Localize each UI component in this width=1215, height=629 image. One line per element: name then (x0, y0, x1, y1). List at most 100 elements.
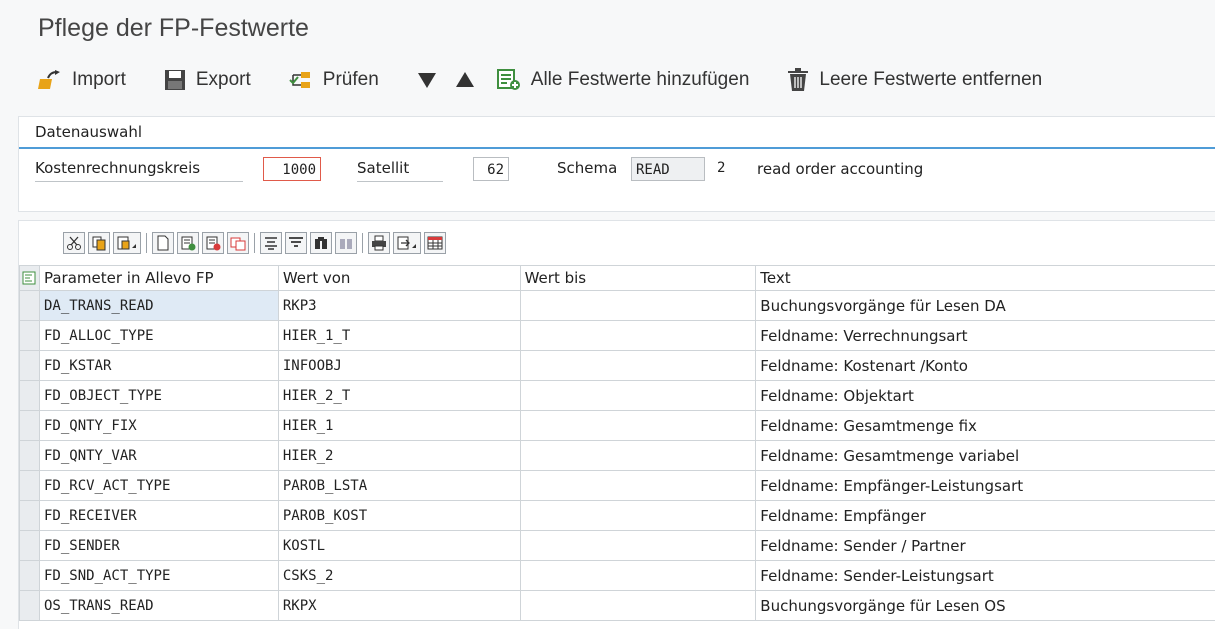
value-from-cell[interactable]: KOSTL (278, 531, 520, 561)
column-header-text[interactable]: Text (756, 266, 1215, 291)
move-down-icon[interactable] (417, 71, 437, 89)
row-selector[interactable] (20, 471, 40, 501)
schema-description: read order accounting (757, 160, 923, 178)
parameter-cell[interactable]: FD_RCV_ACT_TYPE (39, 471, 278, 501)
value-to-cell[interactable] (520, 561, 756, 591)
text-cell: Feldname: Objektart (756, 381, 1215, 411)
schema-field[interactable]: READ (631, 157, 705, 181)
parameter-cell[interactable]: DA_TRANS_READ (39, 291, 278, 321)
add-all-button[interactable]: Alle Festwerte hinzufügen (497, 69, 750, 91)
value-from-cell[interactable]: INFOOBJ (278, 351, 520, 381)
check-label: Prüfen (323, 69, 379, 91)
cut-icon[interactable] (63, 232, 85, 254)
print-icon[interactable] (368, 232, 390, 254)
parameter-cell[interactable]: FD_SENDER (39, 531, 278, 561)
import-button[interactable]: Import (38, 69, 126, 91)
layout-grid-icon[interactable] (424, 232, 446, 254)
table-row[interactable]: FD_RECEIVERPAROB_KOSTFeldname: Empfänger (20, 501, 1215, 531)
row-selector[interactable] (20, 321, 40, 351)
parameter-cell[interactable]: FD_SND_ACT_TYPE (39, 561, 278, 591)
table-row[interactable]: FD_QNTY_VARHIER_2Feldname: Gesamtmenge v… (20, 441, 1215, 471)
value-to-cell[interactable] (520, 471, 756, 501)
text-cell: Buchungsvorgänge für Lesen DA (756, 291, 1215, 321)
check-button[interactable]: Prüfen (289, 69, 379, 91)
table-row[interactable]: FD_KSTARINFOOBJFeldname: Kostenart /Kont… (20, 351, 1215, 381)
move-up-icon[interactable] (455, 71, 475, 89)
value-to-cell[interactable] (520, 321, 756, 351)
value-to-cell[interactable] (520, 351, 756, 381)
parameter-cell[interactable]: FD_QNTY_VAR (39, 441, 278, 471)
filter-icon[interactable] (285, 232, 307, 254)
row-selector[interactable] (20, 291, 40, 321)
column-header-parameter[interactable]: Parameter in Allevo FP (39, 266, 278, 291)
delete-row-icon[interactable] (202, 232, 224, 254)
copy-icon[interactable] (88, 232, 110, 254)
table-row[interactable]: DA_TRANS_READRKP3 Buchungsvorgänge für Le… (20, 291, 1215, 321)
value-to-cell[interactable] (520, 441, 756, 471)
value-to-cell[interactable] (520, 381, 756, 411)
value-to-cell[interactable] (520, 411, 756, 441)
row-selector[interactable] (20, 381, 40, 411)
satellite-field[interactable]: 62 (473, 157, 509, 181)
find-next-icon[interactable] (335, 232, 357, 254)
table-row[interactable]: OS_TRANS_READRKPX Buchungsvorgänge für Le… (20, 591, 1215, 621)
select-all-cell[interactable] (20, 266, 40, 291)
add-all-label: Alle Festwerte hinzufügen (531, 69, 750, 91)
value-from-cell[interactable]: RKP3 (278, 291, 520, 321)
value-to-cell[interactable] (520, 531, 756, 561)
table-row[interactable]: FD_SND_ACT_TYPECSKS_2 Feldname: Sender-Le… (20, 561, 1215, 591)
value-from-cell[interactable]: PAROB_LSTA (278, 471, 520, 501)
find-icon[interactable] (310, 232, 332, 254)
row-selector[interactable] (20, 351, 40, 381)
sort-icon[interactable] (260, 232, 282, 254)
duplicate-row-icon[interactable] (227, 232, 249, 254)
export-menu-icon[interactable] (393, 232, 421, 254)
parameter-cell[interactable]: FD_ALLOC_TYPE (39, 321, 278, 351)
parameter-cell[interactable]: FD_RECEIVER (39, 501, 278, 531)
parameter-cell[interactable]: FD_KSTAR (39, 351, 278, 381)
value-to-cell[interactable] (520, 501, 756, 531)
import-label: Import (72, 69, 126, 91)
value-from-cell[interactable]: RKPX (278, 591, 520, 621)
table-row[interactable]: FD_ALLOC_TYPEHIER_1_T Feldname: Verrechnu… (20, 321, 1215, 351)
table-row[interactable]: FD_RCV_ACT_TYPEPAROB_LSTAFeldname: Empfä… (20, 471, 1215, 501)
check-structure-icon (289, 70, 313, 90)
controlling-area-field[interactable]: 1000 (263, 157, 321, 181)
value-to-cell[interactable] (520, 591, 756, 621)
text-cell: Buchungsvorgänge für Lesen OS (756, 591, 1215, 621)
row-selector[interactable] (20, 441, 40, 471)
value-from-cell[interactable]: HIER_1_T (278, 321, 520, 351)
value-from-cell[interactable]: HIER_2_T (278, 381, 520, 411)
parameter-cell[interactable]: FD_QNTY_FIX (39, 411, 278, 441)
new-row-icon[interactable] (152, 232, 174, 254)
value-to-cell[interactable] (520, 291, 756, 321)
insert-row-icon[interactable] (177, 232, 199, 254)
text-cell: Feldname: Verrechnungsart (756, 321, 1215, 351)
table-row[interactable]: FD_OBJECT_TYPEHIER_2_T Feldname: Objektar… (20, 381, 1215, 411)
value-from-cell[interactable]: PAROB_KOST (278, 501, 520, 531)
row-selector[interactable] (20, 591, 40, 621)
row-selector[interactable] (20, 501, 40, 531)
table-header-row: Parameter in Allevo FP Wert von Wert bis… (20, 266, 1215, 291)
grid-toolbar (63, 227, 449, 259)
table-row[interactable]: FD_QNTY_FIXHIER_1Feldname: Gesamtmenge f… (20, 411, 1215, 441)
paste-menu-icon[interactable] (113, 232, 141, 254)
value-from-cell[interactable]: HIER_1 (278, 411, 520, 441)
parameter-cell[interactable]: OS_TRANS_READ (39, 591, 278, 621)
row-selector[interactable] (20, 531, 40, 561)
parameter-cell[interactable]: FD_OBJECT_TYPE (39, 381, 278, 411)
remove-empty-label: Leere Festwerte entfernen (819, 69, 1042, 91)
satellite-label: Satellit (357, 159, 443, 182)
value-from-cell[interactable]: HIER_2 (278, 441, 520, 471)
row-selector[interactable] (20, 411, 40, 441)
column-header-value-from[interactable]: Wert von (278, 266, 520, 291)
remove-empty-button[interactable]: Leere Festwerte entfernen (787, 68, 1042, 92)
controlling-area-label: Kostenrechnungskreis (35, 159, 243, 182)
selection-panel: Datenauswahl Kostenrechnungskreis 1000 S… (18, 116, 1215, 212)
value-from-cell[interactable]: CSKS_2 (278, 561, 520, 591)
row-selector[interactable] (20, 561, 40, 591)
table-row[interactable]: FD_SENDERKOSTLFeldname: Sender / Partner (20, 531, 1215, 561)
column-header-value-to[interactable]: Wert bis (520, 266, 756, 291)
text-cell: Feldname: Sender-Leistungsart (756, 561, 1215, 591)
export-button[interactable]: Export (164, 69, 251, 91)
